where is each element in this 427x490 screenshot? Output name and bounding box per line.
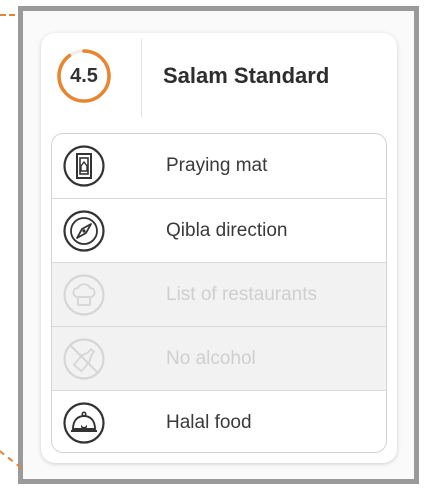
amenity-label: List of restaurants bbox=[166, 284, 318, 305]
compass-icon bbox=[63, 210, 105, 252]
amenity-row-qibla-direction[interactable]: Qibla direction bbox=[52, 198, 386, 262]
food-cloche-icon bbox=[63, 402, 105, 444]
stage: 4.5 Salam Standard Praying mat Qibla dir… bbox=[0, 0, 427, 490]
no-alcohol-icon bbox=[63, 338, 105, 380]
amenity-row-halal-food[interactable]: Halal food bbox=[52, 390, 386, 452]
header-divider bbox=[141, 39, 142, 117]
amenity-label: Praying mat bbox=[166, 155, 268, 176]
amenity-label: Halal food bbox=[166, 412, 252, 433]
amenity-label: No alcohol bbox=[166, 348, 256, 369]
amenity-row-list-of-restaurants[interactable]: List of restaurants bbox=[52, 262, 386, 326]
card-title: Salam Standard bbox=[163, 63, 330, 88]
rating-badge: 4.5 bbox=[55, 47, 113, 105]
amenity-row-no-alcohol[interactable]: No alcohol bbox=[52, 326, 386, 390]
amenities-list: Praying mat Qibla direction List of rest… bbox=[51, 133, 387, 453]
highlight-frame: 4.5 Salam Standard Praying mat Qibla dir… bbox=[18, 6, 419, 484]
chef-hat-icon bbox=[63, 274, 105, 316]
rating-value: 4.5 bbox=[70, 65, 98, 87]
praying-mat-icon bbox=[63, 145, 105, 187]
card-header: 4.5 Salam Standard bbox=[41, 33, 397, 121]
amenity-label: Qibla direction bbox=[166, 220, 288, 241]
amenity-row-praying-mat[interactable]: Praying mat bbox=[52, 134, 386, 198]
salam-standard-card[interactable]: 4.5 Salam Standard Praying mat Qibla dir… bbox=[41, 33, 397, 463]
